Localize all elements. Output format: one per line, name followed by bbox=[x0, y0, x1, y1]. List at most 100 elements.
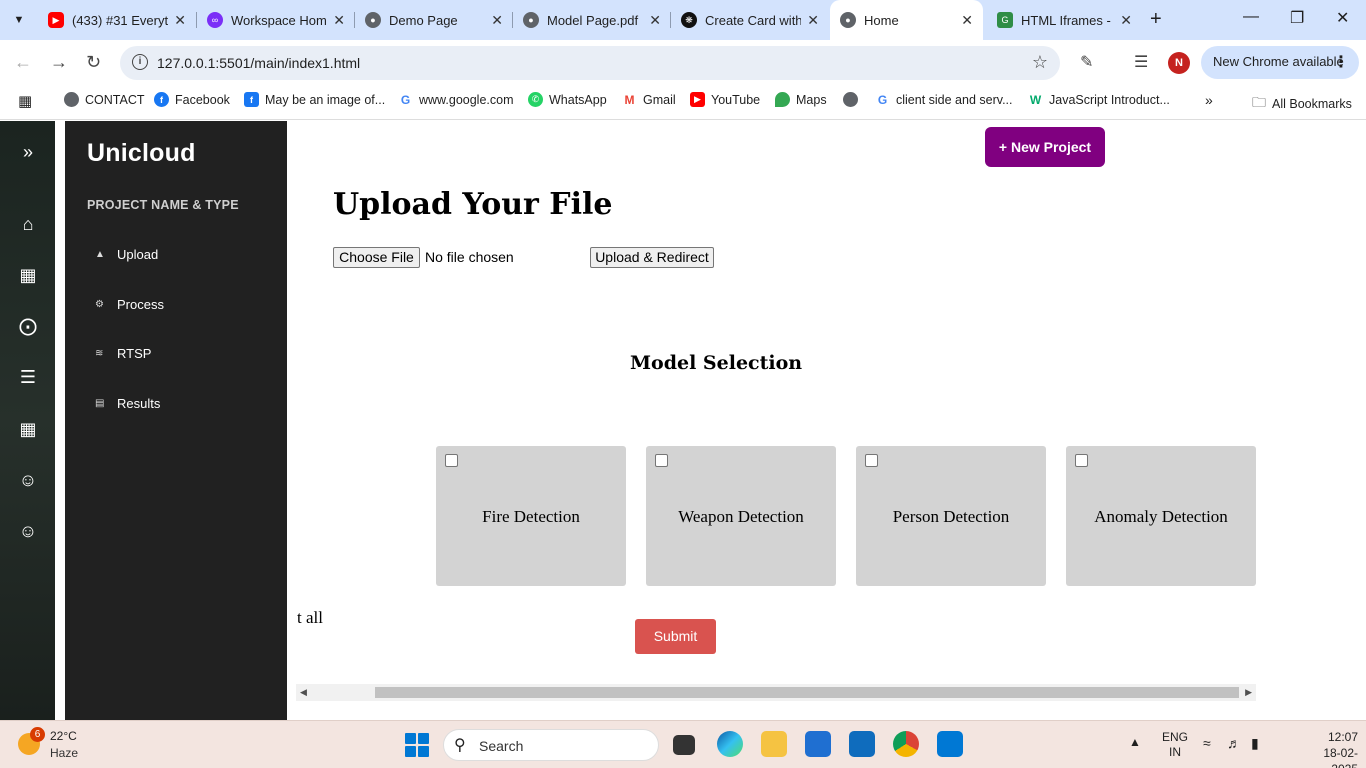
more-menu-icon[interactable]: ⋮ bbox=[1333, 52, 1349, 72]
restore-icon[interactable]: ❐ bbox=[1290, 8, 1304, 28]
choose-file-button[interactable]: Choose File bbox=[333, 247, 420, 268]
expand-icon[interactable]: » bbox=[17, 141, 39, 163]
facebook-icon: f bbox=[154, 92, 169, 107]
model-checkbox[interactable] bbox=[1075, 454, 1088, 467]
model-checkbox[interactable] bbox=[655, 454, 668, 467]
home-icon[interactable]: ⌂ bbox=[17, 213, 39, 235]
battery-icon[interactable]: ▮ bbox=[1251, 735, 1259, 752]
system-clock[interactable]: 12:07 18-02-2025 bbox=[1310, 729, 1358, 768]
bookmark-gmail[interactable]: M Gmail bbox=[622, 92, 676, 107]
calendar-icon[interactable]: ▦ bbox=[17, 418, 39, 440]
new-project-button[interactable]: + New Project bbox=[985, 127, 1105, 167]
edge-icon[interactable] bbox=[717, 731, 743, 757]
close-icon[interactable]: ✕ bbox=[333, 12, 345, 29]
all-bookmarks[interactable]: 🗀 All Bookmarks bbox=[1252, 92, 1352, 116]
tab-demo-page[interactable]: ● Demo Page ✕ bbox=[355, 6, 513, 34]
vscode-icon[interactable] bbox=[937, 731, 963, 757]
weather-condition[interactable]: Haze bbox=[50, 746, 78, 760]
user-alt-icon[interactable]: ☺ bbox=[17, 520, 39, 542]
back-icon[interactable]: ← bbox=[14, 52, 32, 73]
bookmark-star-icon[interactable]: ☆ bbox=[1032, 52, 1048, 73]
bookmark-facebook[interactable]: f Facebook bbox=[154, 92, 230, 107]
forward-icon[interactable]: → bbox=[50, 52, 68, 73]
model-selection-title: Model Selection bbox=[630, 352, 803, 374]
model-checkbox[interactable] bbox=[865, 454, 878, 467]
site-info-icon[interactable]: i bbox=[132, 54, 148, 70]
bookmark-contact[interactable]: CONTACT bbox=[64, 92, 145, 107]
language-indicator[interactable]: ENG IN bbox=[1162, 730, 1188, 760]
model-card-person[interactable]: Person Detection bbox=[856, 446, 1046, 586]
taskbar-search[interactable]: ⚲ Search bbox=[443, 729, 659, 761]
more-bookmarks-icon[interactable]: » bbox=[1205, 92, 1213, 108]
youtube-icon: ▶ bbox=[690, 92, 705, 107]
model-card-fire[interactable]: Fire Detection bbox=[436, 446, 626, 586]
folder-add-icon[interactable]: ⨀ bbox=[17, 315, 39, 337]
new-tab-button[interactable]: + bbox=[1150, 8, 1162, 31]
close-icon[interactable]: ✕ bbox=[174, 12, 186, 29]
scroll-left-icon[interactable]: ◀ bbox=[300, 687, 307, 698]
reload-icon[interactable]: ↻ bbox=[86, 52, 101, 73]
url-text[interactable]: 127.0.0.1:5501/main/index1.html bbox=[157, 55, 360, 71]
tab-model-page[interactable]: ● Model Page.pdf ✕ bbox=[513, 6, 671, 34]
store-icon[interactable] bbox=[805, 731, 831, 757]
tab-create-card[interactable]: ❋ Create Card with ✕ bbox=[671, 6, 829, 34]
document-icon: ▤ bbox=[95, 398, 105, 409]
model-checkbox[interactable] bbox=[445, 454, 458, 467]
gmail-icon: M bbox=[622, 92, 637, 107]
wifi-icon[interactable]: ≈ bbox=[1203, 735, 1211, 751]
tab-youtube[interactable]: ▶ (433) #31 Everyt ✕ bbox=[38, 6, 196, 34]
update-chrome-button[interactable]: New Chrome available ⋮ bbox=[1201, 46, 1359, 79]
minimize-icon[interactable]: — bbox=[1243, 8, 1259, 26]
tab-workspace[interactable]: ∞ Workspace Hom ✕ bbox=[197, 6, 355, 34]
close-icon[interactable]: ✕ bbox=[649, 12, 661, 29]
tab-search-button[interactable]: ▼ bbox=[6, 8, 32, 32]
model-card-weapon[interactable]: Weapon Detection bbox=[646, 446, 836, 586]
bookmark-maps[interactable]: Maps bbox=[775, 92, 827, 107]
bookmark-client-side[interactable]: G client side and serv... bbox=[875, 92, 1013, 107]
address-bar[interactable]: i 127.0.0.1:5501/main/index1.html ☆ bbox=[120, 46, 1060, 80]
sidebar-item-rtsp[interactable]: ≋ RTSP bbox=[95, 346, 151, 361]
close-window-icon[interactable]: ✕ bbox=[1336, 8, 1349, 28]
volume-icon[interactable]: ♬ bbox=[1227, 735, 1241, 751]
project-sidebar: Unicloud PROJECT NAME & TYPE ▲ Upload ⚙ … bbox=[65, 121, 287, 720]
dashboard-icon[interactable]: ▦ bbox=[17, 264, 39, 286]
bookmark-javascript[interactable]: W JavaScript Introduct... bbox=[1028, 92, 1170, 107]
media-control-icon[interactable]: ☰ bbox=[1134, 52, 1148, 72]
user-icon[interactable]: ☺ bbox=[17, 469, 39, 491]
bookmark-whatsapp[interactable]: ✆ WhatsApp bbox=[528, 92, 607, 107]
close-icon[interactable]: ✕ bbox=[1120, 12, 1132, 29]
tab-title: Model Page.pdf bbox=[547, 12, 639, 28]
bookmark-label: WhatsApp bbox=[549, 92, 607, 107]
tab-html-iframes[interactable]: G HTML Iframes - ( ✕ bbox=[987, 6, 1142, 34]
bookmark-label: Maps bbox=[796, 92, 827, 107]
bookmark-google[interactable]: G www.google.com bbox=[398, 92, 514, 107]
scrollbar-thumb[interactable] bbox=[375, 687, 1239, 698]
chrome-icon[interactable] bbox=[893, 731, 919, 757]
file-explorer-icon[interactable] bbox=[761, 731, 787, 757]
scroll-right-icon[interactable]: ▶ bbox=[1245, 687, 1252, 698]
bookmark-fb-image[interactable]: f May be an image of... bbox=[244, 92, 385, 107]
task-view-icon[interactable] bbox=[673, 735, 695, 755]
bookmark-globe[interactable] bbox=[843, 92, 864, 107]
globe-icon: ● bbox=[840, 12, 856, 28]
horizontal-scrollbar[interactable]: ◀ ▶ bbox=[296, 684, 1256, 701]
model-card-anomaly[interactable]: Anomaly Detection bbox=[1066, 446, 1256, 586]
profile-avatar[interactable]: N bbox=[1168, 52, 1190, 74]
bookmark-youtube[interactable]: ▶ YouTube bbox=[690, 92, 760, 107]
weather-temperature[interactable]: 22°C bbox=[50, 729, 77, 743]
outlook-icon[interactable] bbox=[849, 731, 875, 757]
sidebar-item-upload[interactable]: ▲ Upload bbox=[95, 247, 158, 262]
tab-home[interactable]: ● Home ✕ bbox=[830, 0, 983, 40]
extensions-icon[interactable]: ✎ bbox=[1080, 52, 1093, 72]
tasks-icon[interactable]: ☰ bbox=[17, 366, 39, 388]
close-icon[interactable]: ✕ bbox=[491, 12, 503, 29]
upload-redirect-button[interactable]: Upload & Redirect bbox=[590, 247, 714, 268]
sidebar-item-process[interactable]: ⚙ Process bbox=[95, 297, 164, 312]
apps-icon[interactable]: ▦ bbox=[18, 92, 32, 110]
close-icon[interactable]: ✕ bbox=[807, 12, 819, 29]
tray-overflow-icon[interactable]: ▲ bbox=[1129, 735, 1141, 749]
windows-start-icon[interactable] bbox=[405, 733, 429, 757]
close-icon[interactable]: ✕ bbox=[961, 12, 973, 29]
sidebar-item-results[interactable]: ▤ Results bbox=[95, 396, 160, 411]
submit-button[interactable]: Submit bbox=[635, 619, 716, 654]
